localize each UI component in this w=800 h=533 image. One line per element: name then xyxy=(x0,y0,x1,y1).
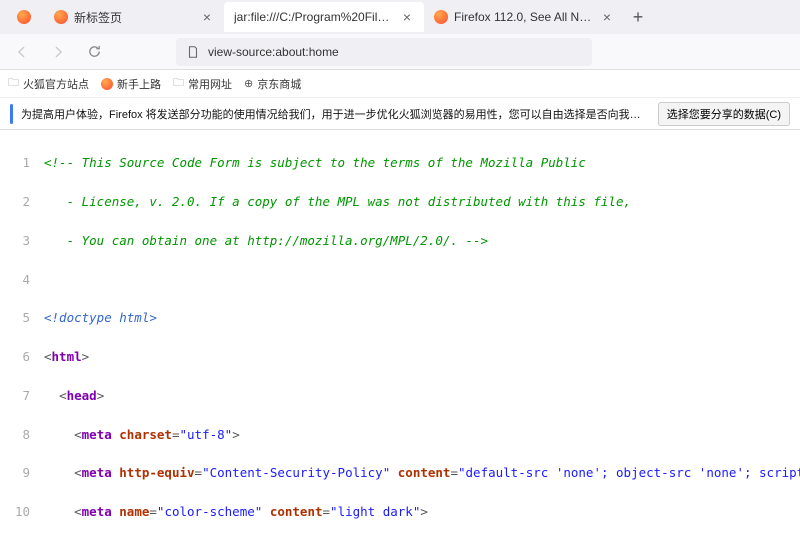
notification-text: 为提高用户体验，Firefox 将发送部分功能的使用情况给我们，用于进一步优化火… xyxy=(21,106,650,122)
notification-bar: 为提高用户体验，Firefox 将发送部分功能的使用情况给我们，用于进一步优化火… xyxy=(0,98,800,130)
back-button[interactable] xyxy=(8,38,36,66)
browser-tab[interactable]: Firefox 112.0, See All New Fe × xyxy=(424,2,624,32)
bookmarks-bar: 🗀火狐官方站点 新手上路 🗀常用网址 ⊕京东商城 xyxy=(0,70,800,98)
toolbar: view-source:about:home xyxy=(0,34,800,70)
notification-button[interactable]: 选择您要分享的数据(C) xyxy=(658,102,790,126)
folder-icon: 🗀 xyxy=(8,74,19,93)
arrow-left-icon xyxy=(14,44,30,60)
firefox-icon xyxy=(54,10,68,24)
folder-icon: 🗀 xyxy=(173,74,184,93)
info-indicator xyxy=(10,104,13,124)
bookmark-item[interactable]: ⊕京东商城 xyxy=(244,76,301,92)
firefox-icon xyxy=(434,10,448,24)
browser-tab[interactable]: jar:file:///C:/Program%20Files/M × xyxy=(224,2,424,32)
globe-icon: ⊕ xyxy=(244,77,253,90)
browser-tab[interactable] xyxy=(4,2,44,32)
bookmark-item[interactable]: 新手上路 xyxy=(101,76,161,92)
source-view[interactable]: 1<!-- This Source Code Form is subject t… xyxy=(0,130,800,533)
reload-button[interactable] xyxy=(80,38,108,66)
tab-strip: 新标签页 × jar:file:///C:/Program%20Files/M … xyxy=(0,0,800,34)
bookmark-item[interactable]: 🗀火狐官方站点 xyxy=(8,74,89,93)
browser-tab[interactable]: 新标签页 × xyxy=(44,2,224,32)
new-tab-button[interactable]: + xyxy=(624,3,652,31)
forward-button[interactable] xyxy=(44,38,72,66)
close-icon[interactable]: × xyxy=(600,10,614,24)
reload-icon xyxy=(87,44,102,59)
firefox-icon xyxy=(101,78,113,90)
close-icon[interactable]: × xyxy=(200,10,214,24)
tab-title: 新标签页 xyxy=(74,9,194,26)
arrow-right-icon xyxy=(50,44,66,60)
firefox-icon xyxy=(17,10,31,24)
tab-title: jar:file:///C:/Program%20Files/M xyxy=(234,10,394,24)
url-bar[interactable]: view-source:about:home xyxy=(176,38,592,66)
url-text: view-source:about:home xyxy=(208,45,339,59)
page-icon xyxy=(186,45,200,59)
tab-title: Firefox 112.0, See All New Fe xyxy=(454,10,594,24)
bookmark-item[interactable]: 🗀常用网址 xyxy=(173,74,232,93)
close-icon[interactable]: × xyxy=(400,10,414,24)
